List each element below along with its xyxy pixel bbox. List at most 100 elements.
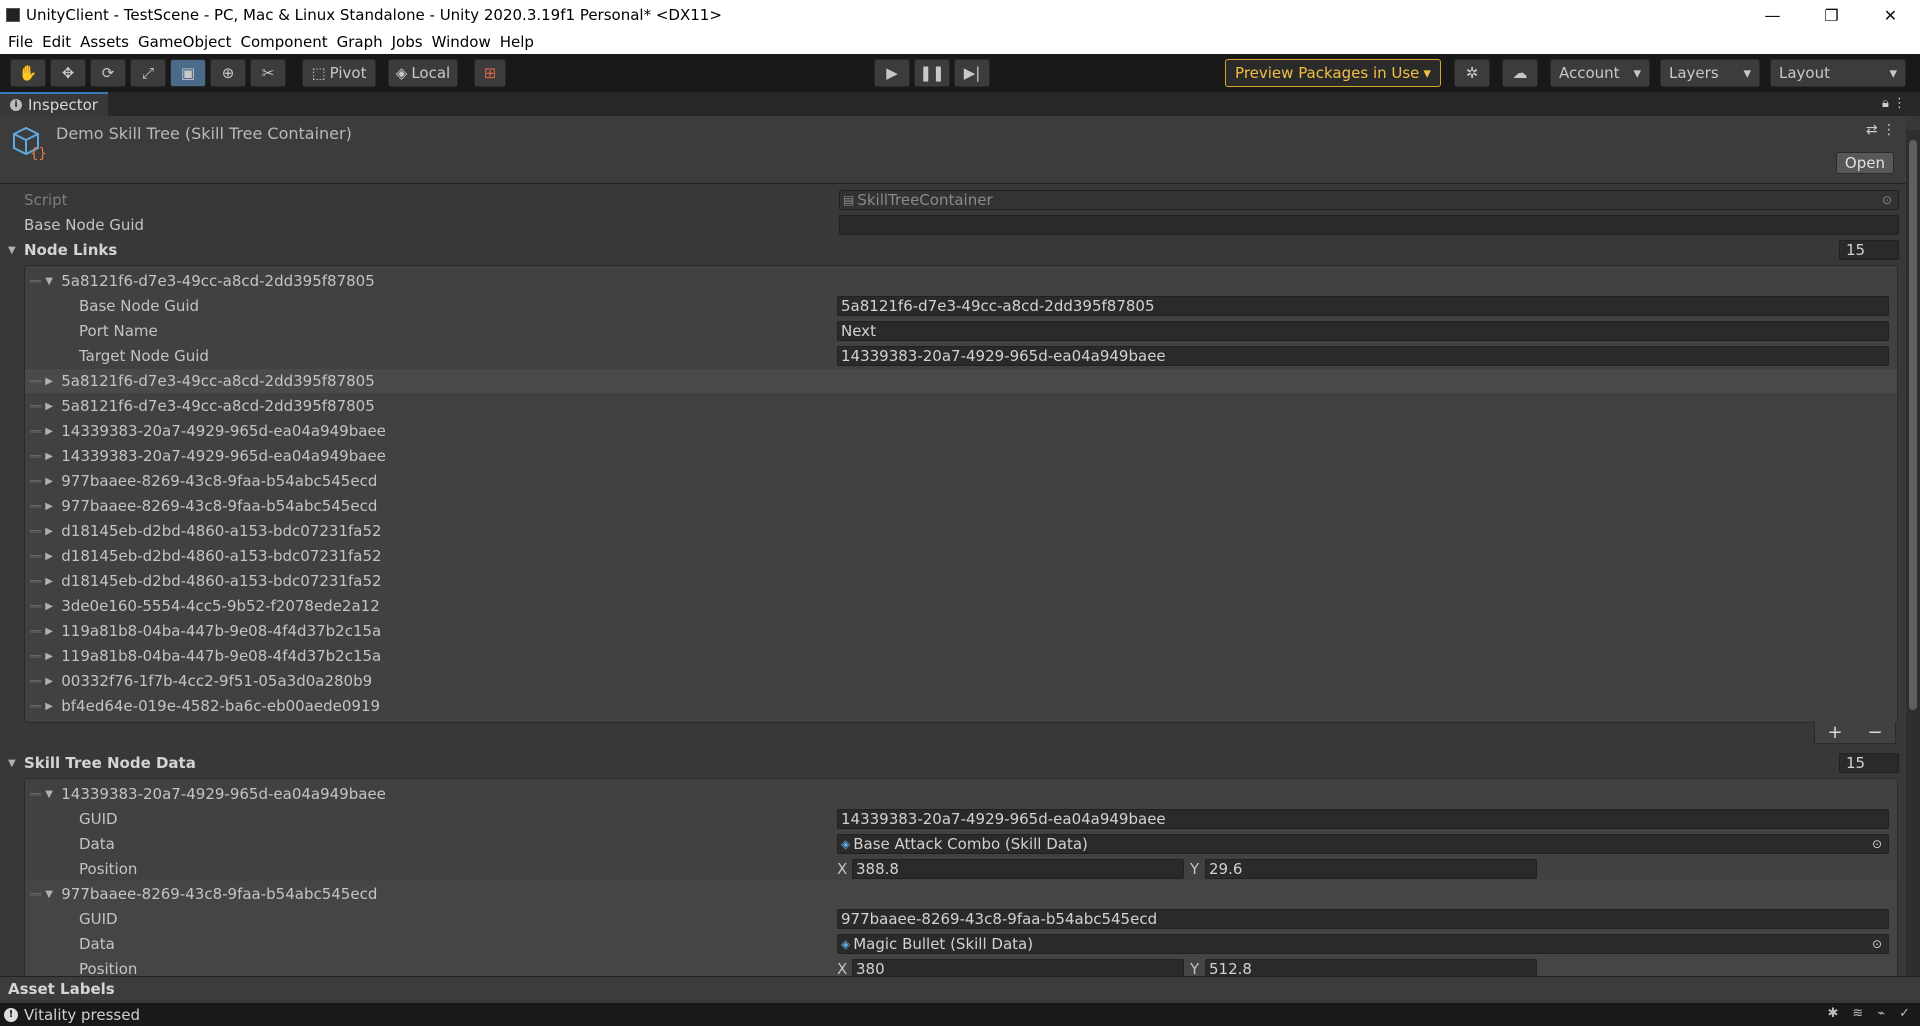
script-field[interactable]: ▤ SkillTreeContainer ⊙	[839, 190, 1899, 210]
kebab-menu-icon[interactable]: ⋮	[1893, 96, 1906, 111]
plus-icon[interactable]: +	[1827, 722, 1842, 743]
kebab-menu-icon[interactable]: ⋮	[1882, 122, 1896, 138]
skill-nodes-header[interactable]: ▼ Skill Tree Node Data	[8, 752, 196, 774]
list-item[interactable]: ══ ▶ 14339383-20a7-4929-965d-ea04a949baee	[30, 420, 386, 442]
step-icon[interactable]: ▶|	[954, 59, 990, 87]
list-item[interactable]: ══ ▶ d18145eb-d2bd-4860-a153-bdc07231fa52	[30, 570, 382, 592]
layers-dropdown[interactable]: Layers ▾	[1660, 59, 1760, 87]
layout-dropdown[interactable]: Layout ▾	[1770, 59, 1906, 87]
menu-edit[interactable]: Edit	[38, 33, 76, 51]
check-icon[interactable]: ✓	[1899, 1006, 1910, 1021]
menu-assets[interactable]: Assets	[76, 33, 134, 51]
custom-tool-icon[interactable]: ✂	[250, 59, 286, 87]
node-links-header[interactable]: ▼ Node Links	[8, 239, 117, 261]
menu-window[interactable]: Window	[428, 33, 496, 51]
list-item[interactable]: ══ ▼ 977baaee-8269-43c8-9faa-b54abc545ec…	[30, 883, 377, 905]
list-item[interactable]: ══ ▶ 119a81b8-04ba-447b-9e08-4f4d37b2c15a	[30, 620, 381, 642]
preset-icon[interactable]: ⇄	[1866, 122, 1878, 138]
debug-icon[interactable]: ✱	[1827, 1006, 1838, 1021]
grid-snap-icon[interactable]: ⊞	[474, 59, 506, 87]
guid-field[interactable]: 977baaee-8269-43c8-9faa-b54abc545ecd	[837, 909, 1889, 929]
node-links-count[interactable]: 15	[1839, 240, 1899, 260]
list-item[interactable]: ══ ▼ 14339383-20a7-4929-965d-ea04a949bae…	[30, 783, 386, 805]
list-item[interactable]: ══ ▶ 977baaee-8269-43c8-9faa-b54abc545ecd	[30, 470, 377, 492]
play-icon[interactable]: ▶	[874, 59, 910, 87]
pivot-button[interactable]: ⬚ Pivot	[302, 59, 376, 87]
scale-tool-icon[interactable]: ⤢	[130, 59, 166, 87]
position-y-field[interactable]: 512.8	[1205, 959, 1537, 976]
drag-handle-icon[interactable]: ══	[30, 888, 41, 901]
lock-icon[interactable]: 🔒︎	[1882, 96, 1889, 111]
restore-icon[interactable]: ❐	[1802, 0, 1861, 30]
drag-handle-icon[interactable]: ══	[30, 550, 41, 563]
drag-handle-icon[interactable]: ══	[30, 450, 41, 463]
guid-field[interactable]: 14339383-20a7-4929-965d-ea04a949baee	[837, 809, 1889, 829]
list-item[interactable]: ══ ▶ bf4ed64e-019e-4582-ba6c-eb00aede0919	[30, 695, 380, 717]
menu-file[interactable]: File	[4, 33, 38, 51]
minus-icon[interactable]: −	[1867, 722, 1882, 743]
list-item[interactable]: ══ ▶ 00332f76-1f7b-4cc2-9f51-05a3d0a280b9	[30, 670, 372, 692]
drag-handle-icon[interactable]: ══	[30, 788, 41, 801]
cache-server-icon[interactable]: ⌁	[1877, 1006, 1885, 1021]
drag-handle-icon[interactable]: ══	[30, 525, 41, 538]
account-dropdown[interactable]: Account ▾	[1550, 59, 1650, 87]
link-port-name-field[interactable]: Next	[837, 321, 1889, 341]
base-node-guid-field[interactable]	[839, 215, 1899, 235]
position-x-field[interactable]: 380	[852, 959, 1184, 976]
drag-handle-icon[interactable]: ══	[30, 675, 41, 688]
menu-component[interactable]: Component	[237, 33, 333, 51]
open-button[interactable]: Open	[1835, 152, 1894, 174]
cloud-icon[interactable]: ☁	[1502, 59, 1538, 87]
object-picker-icon[interactable]: ⊙	[1872, 837, 1882, 851]
list-item-expanded[interactable]: ══ ▼ 5a8121f6-d7e3-49cc-a8cd-2dd395f8780…	[30, 270, 375, 292]
menu-gameobject[interactable]: GameObject	[134, 33, 237, 51]
position-x-field[interactable]: 388.8	[852, 859, 1184, 879]
drag-handle-icon[interactable]: ══	[30, 600, 41, 613]
data-object-field[interactable]: ◈ Magic Bullet (Skill Data) ⊙	[837, 934, 1889, 954]
transform-tool-icon[interactable]: ⊕	[210, 59, 246, 87]
preview-packages-button[interactable]: Preview Packages in Use ▾	[1225, 59, 1441, 87]
drag-handle-icon[interactable]: ══	[30, 475, 41, 488]
drag-handle-icon[interactable]: ══	[30, 400, 41, 413]
layers-stack-icon[interactable]: ≋	[1852, 1006, 1863, 1021]
list-item[interactable]: ══ ▶ 977baaee-8269-43c8-9faa-b54abc545ecd	[30, 495, 377, 517]
pause-icon[interactable]: ❚❚	[914, 59, 950, 87]
rect-tool-icon[interactable]: ▣	[170, 59, 206, 87]
menu-help[interactable]: Help	[496, 33, 539, 51]
minimize-icon[interactable]: —	[1743, 0, 1802, 30]
list-item[interactable]: ══ ▶ 5a8121f6-d7e3-49cc-a8cd-2dd395f87805	[30, 395, 375, 417]
list-item[interactable]: ══ ▶ d18145eb-d2bd-4860-a153-bdc07231fa52	[30, 545, 382, 567]
object-picker-icon[interactable]: ⊙	[1872, 937, 1882, 951]
drag-handle-icon[interactable]: ══	[30, 575, 41, 588]
drag-handle-icon[interactable]: ══	[30, 650, 41, 663]
menu-graph[interactable]: Graph	[333, 33, 388, 51]
drag-handle-icon[interactable]: ══	[30, 700, 41, 713]
list-item[interactable]: ══ ▶ 5a8121f6-d7e3-49cc-a8cd-2dd395f87805	[30, 370, 375, 392]
move-tool-icon[interactable]: ✥	[50, 59, 86, 87]
hand-tool-icon[interactable]: ✋	[10, 59, 46, 87]
drag-handle-icon[interactable]: ══	[30, 275, 41, 288]
list-item[interactable]: ══ ▶ d18145eb-d2bd-4860-a153-bdc07231fa52	[30, 520, 382, 542]
skill-nodes-count[interactable]: 15	[1839, 753, 1899, 773]
rotate-tool-icon[interactable]: ⟳	[90, 59, 126, 87]
drag-handle-icon[interactable]: ══	[30, 625, 41, 638]
list-item[interactable]: ══ ▶ 119a81b8-04ba-447b-9e08-4f4d37b2c15a	[30, 645, 381, 667]
menu-jobs[interactable]: Jobs	[388, 33, 428, 51]
drag-handle-icon[interactable]: ══	[30, 375, 41, 388]
scrollbar-thumb[interactable]	[1909, 140, 1917, 710]
list-item[interactable]: ══ ▶ 3de0e160-5554-4cc5-9b52-f2078ede2a12	[30, 595, 380, 617]
link-target-node-guid-field[interactable]: 14339383-20a7-4929-965d-ea04a949baee	[837, 346, 1889, 366]
object-picker-icon[interactable]: ⊙	[1882, 193, 1892, 207]
close-icon[interactable]: ✕	[1861, 0, 1920, 30]
asset-labels-bar[interactable]: Asset Labels	[0, 976, 1920, 1000]
data-object-field[interactable]: ◈ Base Attack Combo (Skill Data) ⊙	[837, 834, 1889, 854]
link-base-node-guid-field[interactable]: 5a8121f6-d7e3-49cc-a8cd-2dd395f87805	[837, 296, 1889, 316]
collab-icon[interactable]: ✲	[1454, 59, 1490, 87]
list-item[interactable]: ══ ▶ 14339383-20a7-4929-965d-ea04a949baee	[30, 445, 386, 467]
local-button[interactable]: ◈ Local	[388, 59, 458, 87]
drag-handle-icon[interactable]: ══	[30, 500, 41, 513]
position-y-field[interactable]: 29.6	[1205, 859, 1537, 879]
drag-handle-icon[interactable]: ══	[30, 425, 41, 438]
inspector-scrollbar[interactable]	[1906, 130, 1920, 976]
tab-inspector[interactable]: i Inspector	[0, 92, 108, 116]
